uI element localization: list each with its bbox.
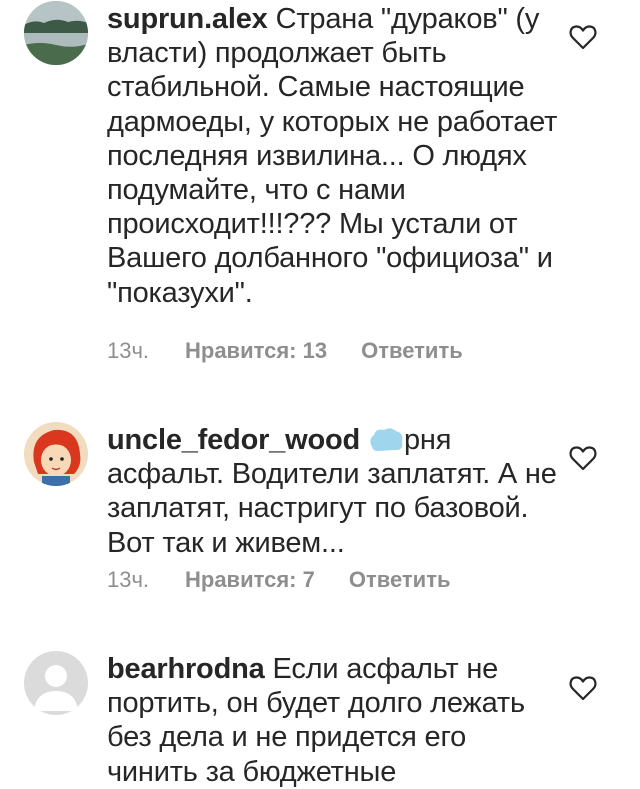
cartoon-girl-avatar [24,422,88,486]
avatar[interactable] [24,1,88,65]
comment-time: 13ч. [107,567,150,592]
comment-meta: 13ч. Нравится: 7 Ответить [107,565,451,595]
heart-outline-icon[interactable] [569,24,597,50]
comment-username[interactable]: uncle_fedor_wood [107,424,360,456]
comment-text: bearhrodna Если асфальт не портить, он бу… [107,652,562,789]
heart-outline-icon[interactable] [569,675,597,701]
reply-button[interactable]: Ответить [349,565,451,595]
cloud-emoji-icon [370,428,403,451]
default-user-avatar [24,651,88,715]
comment-username[interactable]: suprun.alex [107,3,268,35]
comment-likes[interactable]: Нравится: 13 [185,336,327,366]
comment-text: uncle_fedor_wood рня асфальт. Водители за… [107,423,562,560]
comment-body: Страна "дураков" (у власти) продолжает б… [107,3,558,309]
heart-outline-icon[interactable] [569,445,597,471]
reply-button[interactable]: Ответить [361,336,463,366]
comment-username[interactable]: bearhrodna [107,653,265,685]
comment-text: suprun.alex Страна "дураков" (у власти) п… [107,2,562,310]
comment-likes[interactable]: Нравится: 7 [185,565,315,595]
comment-time: 13ч. [107,338,150,363]
avatar[interactable] [24,422,88,486]
lake-photo-avatar [24,1,88,65]
avatar[interactable] [24,651,88,715]
comment-meta: 13ч. Нравится: 13 Ответить [107,336,463,366]
